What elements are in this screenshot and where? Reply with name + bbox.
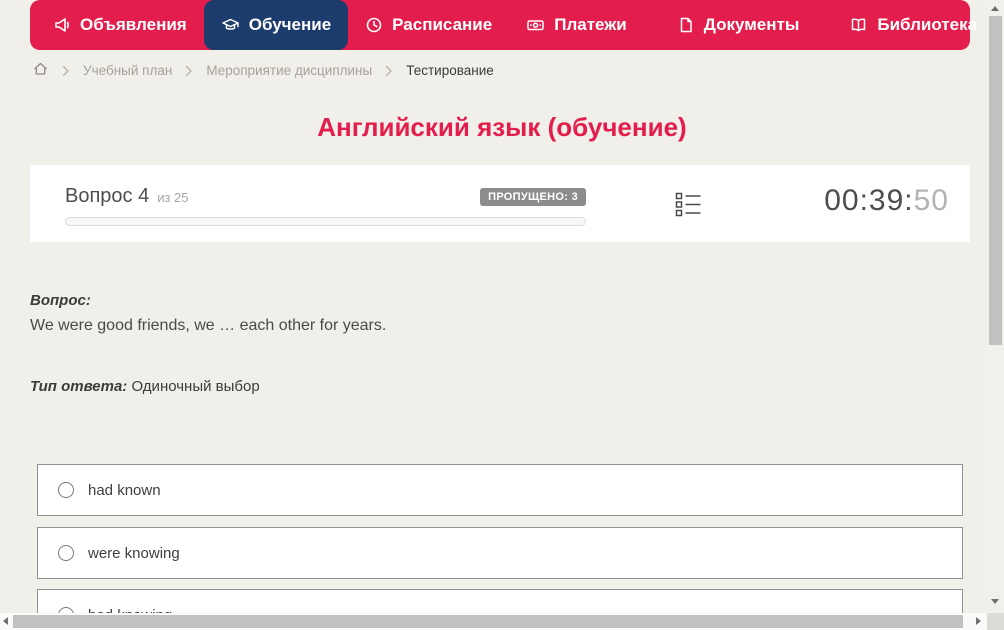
vertical-scrollbar[interactable] (987, 0, 1004, 613)
scroll-down-arrow-icon[interactable] (991, 599, 999, 604)
breadcrumb-separator-icon (185, 65, 193, 77)
breadcrumb-separator-icon (62, 65, 70, 77)
graduation-cap-icon (221, 16, 240, 34)
breadcrumb: Учебный план Мероприятие дисциплины Тест… (32, 61, 494, 80)
nav-item-label: Библиотека (877, 15, 977, 35)
nav-item-label: Расписание (392, 15, 492, 35)
nav-item-schedule[interactable]: Расписание (348, 0, 509, 50)
nav-item-label: Обучение (249, 15, 331, 35)
radio-button[interactable] (58, 482, 74, 498)
breadcrumb-item-testing: Тестирование (406, 63, 494, 78)
nav-item-library[interactable]: Библиотека (832, 0, 1004, 50)
nav-item-announcements[interactable]: Объявления (36, 0, 204, 50)
scroll-right-arrow-icon[interactable] (976, 617, 981, 625)
answer-type-label: Тип ответа: (30, 378, 127, 395)
question-list-icon[interactable] (675, 191, 702, 223)
question-status-card: Вопрос 4 из 25 ПРОПУЩЕНО: 3 00:39:50 (30, 165, 970, 242)
scroll-left-arrow-icon[interactable] (3, 617, 8, 625)
answer-option-label: had known (88, 482, 161, 499)
megaphone-icon (53, 16, 71, 34)
answer-option[interactable]: had known (37, 464, 963, 516)
scroll-up-arrow-icon[interactable] (991, 6, 999, 11)
breadcrumb-item-discipline-event[interactable]: Мероприятие дисциплины (206, 63, 372, 78)
breadcrumb-item-curriculum[interactable]: Учебный план (83, 63, 172, 78)
breadcrumb-separator-icon (385, 65, 393, 77)
question-text: We were good friends, we … each other fo… (30, 317, 386, 335)
answer-type-row: Тип ответа: Одиночный выбор (30, 378, 260, 395)
vertical-scrollbar-thumb[interactable] (989, 16, 1002, 345)
question-progress-bar (65, 217, 586, 226)
question-progress-block: Вопрос 4 из 25 ПРОПУЩЕНО: 3 (65, 185, 586, 226)
horizontal-scrollbar-thumb[interactable] (13, 615, 963, 628)
nav-item-documents[interactable]: Документы (660, 0, 817, 50)
radio-button[interactable] (58, 545, 74, 561)
home-icon[interactable] (32, 61, 49, 80)
question-label: Вопрос: (30, 292, 91, 309)
clock-icon (365, 16, 383, 34)
timer-seconds: 50 (914, 184, 949, 217)
answer-type-value: Одиночный выбор (131, 378, 259, 395)
nav-item-label: Документы (704, 15, 800, 35)
page-title: Английский язык (обучение) (0, 112, 1004, 143)
horizontal-scrollbar[interactable] (0, 613, 987, 630)
nav-item-label: Объявления (80, 15, 187, 35)
answer-option[interactable]: were knowing (37, 527, 963, 579)
skipped-badge: ПРОПУЩЕНО: 3 (480, 188, 586, 206)
question-number: Вопрос 4 (65, 185, 149, 208)
answer-option-label: were knowing (88, 545, 180, 562)
nav-item-label: Платежи (554, 15, 627, 35)
banknote-icon (526, 16, 545, 34)
nav-item-payments[interactable]: Платежи (509, 0, 644, 50)
main-navbar: Объявления Обучение Расписание Платежи Д… (30, 0, 970, 50)
question-total: из 25 (157, 190, 188, 205)
scrollbar-corner (987, 613, 1004, 630)
document-icon (677, 16, 695, 34)
book-icon (849, 16, 868, 34)
timer-main: 00:39: (824, 184, 913, 217)
nav-item-education[interactable]: Обучение (204, 0, 348, 50)
timer: 00:39:50 (824, 184, 949, 218)
